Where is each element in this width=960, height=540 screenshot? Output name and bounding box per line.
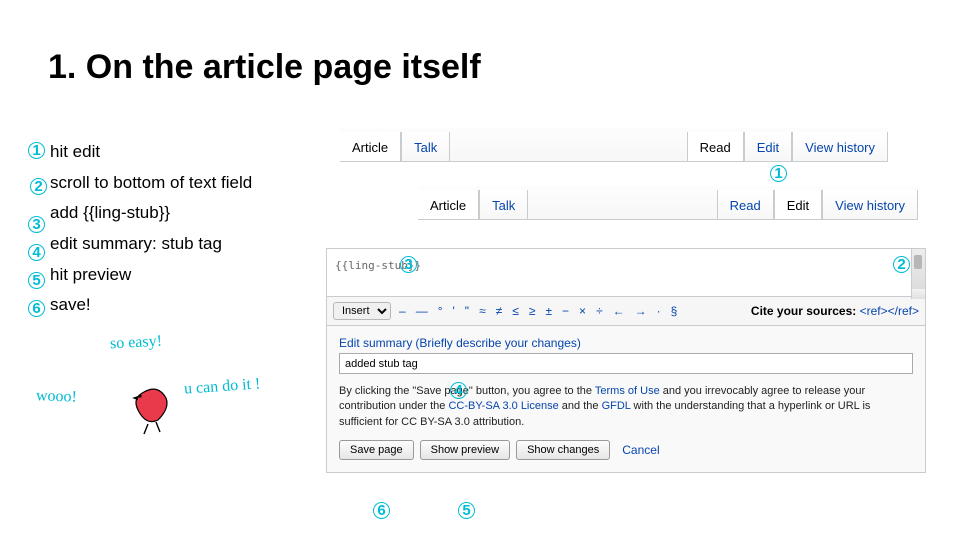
scribble-soeasy: so easy! [110,333,163,354]
reftag-insert[interactable]: <ref></ref> [860,304,919,318]
char-approx[interactable]: ≈ [477,304,488,318]
wp-tabs-edit: Article Talk Read Edit View history [418,186,918,220]
step-item: add {{ling-stub}} [50,201,252,226]
step-item: save! [50,293,252,318]
char-prime[interactable]: ' [451,304,457,318]
char-dprime[interactable]: " [463,304,471,318]
changes-button[interactable]: Show changes [516,440,610,460]
tab-edit[interactable]: Edit [774,190,822,219]
scribble-wooo: wooo! [36,387,77,406]
tab-read[interactable]: Read [717,190,774,219]
step-item: scroll to bottom of text field [50,171,252,196]
edit-summary-input[interactable] [339,353,913,374]
save-button[interactable]: Save page [339,440,414,460]
edit-summary-area: Edit summary (Briefly describe your chan… [327,326,925,472]
tab-viewhistory[interactable]: View history [792,132,888,161]
char-larrow[interactable]: ← [611,304,627,318]
tab-talk[interactable]: Talk [401,132,450,161]
char-div[interactable]: ÷ [594,304,605,318]
char-toolbar: Insert – — ° ' " ≈ ≠ ≤ ≥ ± − × ÷ ← → · §… [327,296,925,326]
badge-4-icon: 4 [28,244,45,261]
badge-5-icon: 5 [28,272,45,289]
step-list: hit edit scroll to bottom of text field … [50,140,252,324]
license-text: By clicking the "Save page" button, you … [339,384,913,430]
page-title: 1. On the article page itself [48,48,481,87]
char-middot[interactable]: · [655,304,663,318]
char-degree[interactable]: ° [436,304,445,318]
badge-3-icon: 3 [400,256,417,273]
cancel-link[interactable]: Cancel [622,443,659,457]
scribble-ucandoit: u can do it ! [183,375,260,398]
tab-talk[interactable]: Talk [479,190,528,219]
editor-pane: {{ling-stub}} Insert – — ° ' " ≈ ≠ ≤ ≥ ±… [326,248,926,473]
gfdl-link[interactable]: GFDL [602,400,631,412]
badge-6-icon: 6 [28,300,45,317]
badge-3-icon: 3 [28,216,45,233]
char-emdash[interactable]: — [414,304,430,318]
char-minus[interactable]: − [560,304,571,318]
badge-5-icon: 5 [458,502,475,519]
cc-license-link[interactable]: CC-BY-SA 3.0 License [448,400,558,412]
step-item: hit preview [50,263,252,288]
step-item: edit summary: stub tag [50,232,252,257]
bird-icon [128,378,178,438]
badge-4-icon: 4 [450,382,467,399]
edit-summary-hint: (Briefly describe your changes) [415,336,580,350]
tab-article[interactable]: Article [340,132,401,161]
char-times[interactable]: × [577,304,588,318]
badge-1-icon: 1 [770,165,787,182]
char-endash[interactable]: – [397,304,408,318]
badge-6-icon: 6 [373,502,390,519]
resize-handle-icon[interactable] [911,289,925,299]
insert-select[interactable]: Insert [333,302,391,320]
badge-2-icon: 2 [893,256,910,273]
cite-label: Cite your sources: <ref></ref> [751,304,919,318]
tab-article[interactable]: Article [418,190,479,219]
char-pm[interactable]: ± [543,304,554,318]
badge-1-icon: 1 [28,142,45,159]
tab-edit[interactable]: Edit [744,132,792,161]
scroll-thumb[interactable] [914,255,922,269]
char-neq[interactable]: ≠ [494,304,505,318]
badge-2-icon: 2 [30,178,47,195]
char-leq[interactable]: ≤ [510,304,521,318]
preview-button[interactable]: Show preview [420,440,510,460]
char-rarrow[interactable]: → [633,304,649,318]
save-button-row: Save page Show preview Show changes Canc… [339,440,913,460]
tab-read[interactable]: Read [687,132,744,161]
tab-viewhistory[interactable]: View history [822,190,918,219]
terms-link[interactable]: Terms of Use [595,385,660,397]
step-item: hit edit [50,140,252,165]
char-section[interactable]: § [669,304,680,318]
char-geq[interactable]: ≥ [527,304,538,318]
edit-summary-label: Edit summary [339,336,412,350]
wp-tabs-read: Article Talk Read Edit View history [340,128,888,162]
